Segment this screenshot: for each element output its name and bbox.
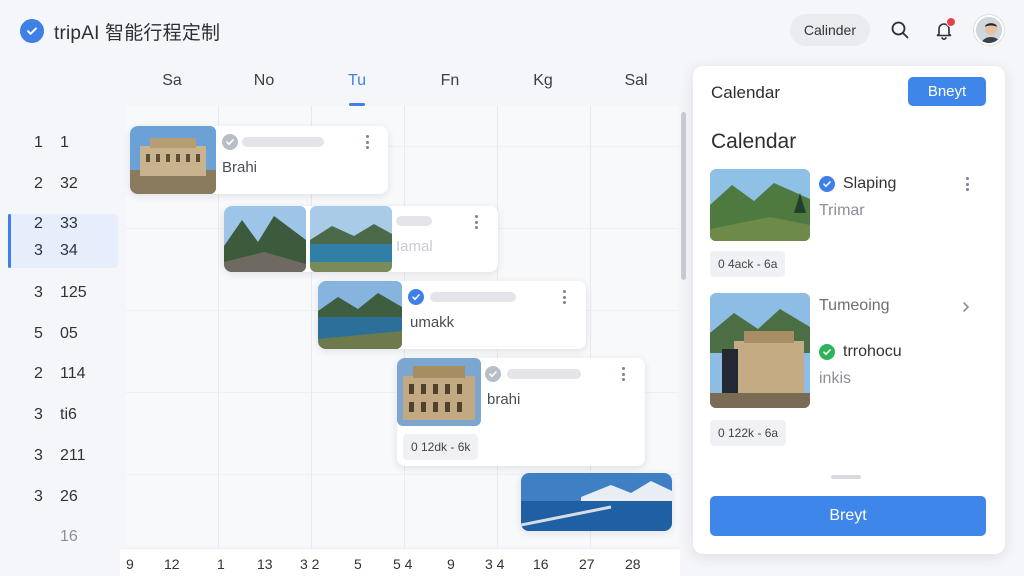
- panel-main-button[interactable]: Breyt: [710, 496, 986, 536]
- more-vertical-icon[interactable]: [470, 214, 482, 230]
- bottom-tick: 1: [217, 556, 225, 572]
- panel-item-subtitle: inkis: [819, 370, 852, 387]
- day-header[interactable]: Sa: [142, 72, 202, 106]
- time-row: 3 125: [34, 284, 87, 301]
- time-row: 3 211: [34, 447, 86, 464]
- panel-item-header: Tumeoing: [819, 297, 890, 314]
- bottom-tick: 5: [354, 556, 362, 572]
- day-header[interactable]: Kg: [513, 72, 573, 106]
- bottom-tick: 3 2: [300, 556, 320, 572]
- avatar[interactable]: [974, 15, 1004, 45]
- drag-handle[interactable]: [831, 475, 861, 479]
- time-row: 3 26: [34, 488, 78, 505]
- check-circle-icon[interactable]: [485, 366, 501, 382]
- placeholder-bar: [396, 216, 432, 226]
- check-circle-icon[interactable]: [819, 176, 835, 192]
- day-header-active[interactable]: Tu: [327, 72, 387, 106]
- event-thumbnail: [318, 281, 402, 349]
- event-card[interactable]: Iamal: [224, 206, 498, 272]
- event-title: Iamal: [396, 238, 433, 255]
- time-tag: 0 122k - 6a: [710, 420, 787, 446]
- event-title: Brahi: [222, 159, 258, 176]
- app-header: tripAI 智能行程定制 Calinder: [0, 0, 1024, 62]
- time-row: 2 32: [34, 175, 78, 192]
- placeholder-bar: [507, 369, 581, 379]
- bottom-tick: 9: [447, 556, 455, 572]
- panel-item-thumbnail[interactable]: [710, 293, 810, 408]
- bottom-tick: 12: [164, 556, 180, 572]
- notification-badge: [946, 17, 956, 27]
- check-circle-icon[interactable]: [819, 344, 835, 360]
- time-tag: 0 4ack - 6a: [710, 251, 786, 277]
- check-circle-icon[interactable]: [222, 134, 238, 150]
- bottom-tick: 27: [579, 556, 595, 572]
- event-card[interactable]: Brahi: [130, 126, 388, 194]
- day-header[interactable]: Sal: [606, 72, 666, 106]
- panel-item-thumbnail[interactable]: [710, 169, 810, 241]
- bottom-tick: 5 4: [393, 556, 413, 572]
- event-thumbnail: [521, 473, 672, 531]
- bell-icon[interactable]: [930, 16, 958, 44]
- time-row: 2 114: [34, 365, 86, 382]
- panel-heading: Calendar: [711, 130, 797, 153]
- time-tag: 0 12dk - 6k: [403, 434, 479, 460]
- calendar-button[interactable]: Calinder: [789, 14, 870, 46]
- more-vertical-icon[interactable]: [361, 134, 373, 150]
- event-title: brahi: [487, 391, 521, 408]
- time-row: 16: [60, 528, 78, 545]
- chevron-right-icon[interactable]: [961, 300, 971, 318]
- grid-scrollbar[interactable]: [681, 112, 686, 280]
- panel-title: Calendar: [711, 83, 780, 102]
- calendar-panel: Calendar Bneyt Calendar Slaping Trimar 0…: [693, 66, 1005, 554]
- panel-top-button[interactable]: Bneyt: [908, 77, 986, 106]
- event-title: umakk: [410, 314, 455, 331]
- event-card[interactable]: brahi 0 12dk - 6k: [397, 358, 645, 466]
- more-vertical-icon[interactable]: [617, 366, 629, 382]
- event-thumbnail: [224, 206, 306, 272]
- time-row: 5 05: [34, 325, 78, 342]
- event-thumbnail: [130, 126, 216, 194]
- more-vertical-icon[interactable]: [558, 289, 570, 305]
- event-thumbnail: [397, 358, 481, 426]
- bottom-tick: 3 4: [485, 556, 505, 572]
- bottom-tick: 28: [625, 556, 641, 572]
- time-row: 3 ti6: [34, 406, 77, 423]
- search-icon[interactable]: [886, 16, 914, 44]
- bottom-tick: 16: [533, 556, 549, 572]
- more-vertical-icon[interactable]: [961, 176, 973, 192]
- panel-item-subtitle: Trimar: [819, 202, 865, 219]
- event-thumbnail: [310, 206, 392, 272]
- day-header[interactable]: Fn: [420, 72, 480, 106]
- time-row: 11: [34, 134, 69, 151]
- day-header[interactable]: No: [234, 72, 294, 106]
- event-card[interactable]: [521, 473, 672, 531]
- placeholder-bar: [430, 292, 516, 302]
- event-card[interactable]: umakk: [318, 281, 586, 349]
- panel-item-title: Slaping: [843, 175, 897, 192]
- placeholder-bar: [242, 137, 324, 147]
- panel-item-title: trrohocu: [843, 343, 902, 360]
- app-title: tripAI 智能行程定制: [54, 22, 221, 44]
- bottom-tick: 9: [126, 556, 134, 572]
- bottom-tick: 13: [257, 556, 273, 572]
- check-circle-icon[interactable]: [408, 289, 424, 305]
- logo-check-icon: [20, 19, 44, 43]
- time-row: 3 34: [34, 242, 78, 259]
